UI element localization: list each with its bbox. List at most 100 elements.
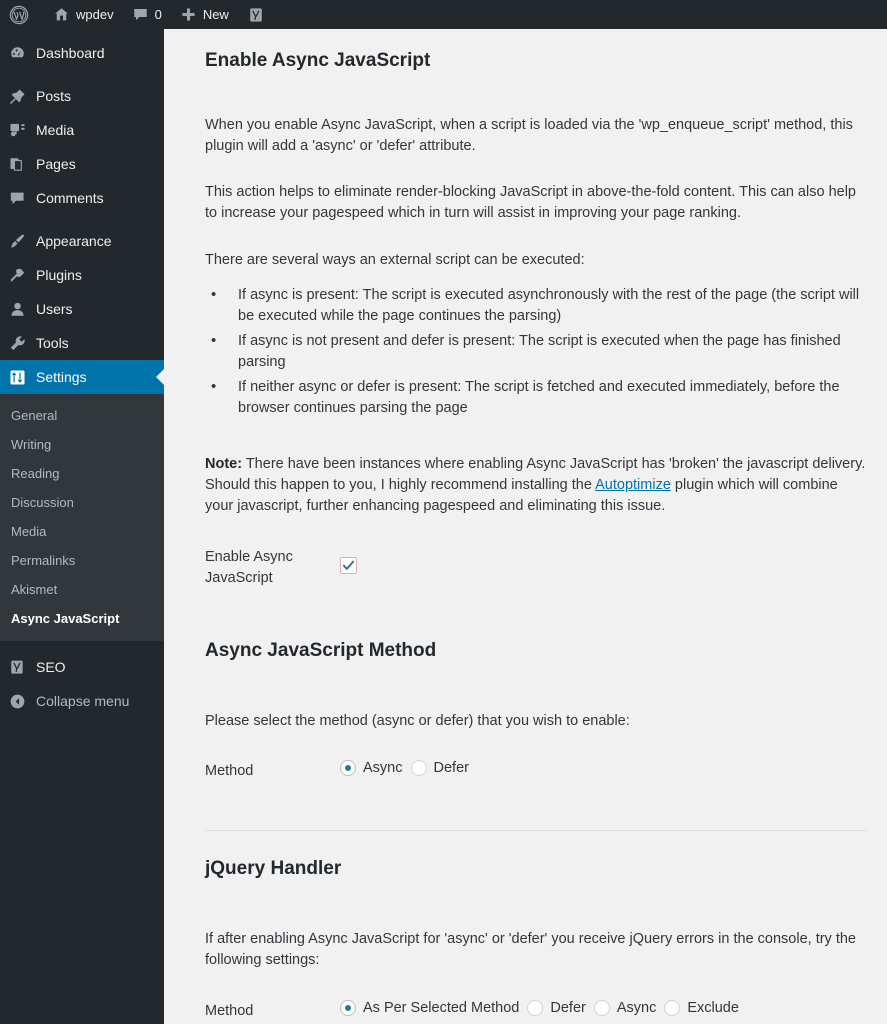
jquery-handler-method-label: Method [205,1003,254,1020]
enable-paragraph-1: When you enable Async JavaScript, when a… [205,116,853,154]
execution-methods-list: If async is present: The script is execu… [205,284,867,419]
sidebar-item-posts[interactable]: Posts [0,79,164,113]
sidebar-item-seo[interactable]: SEO [0,650,164,684]
sidebar-item-label: Appearance [36,233,112,249]
plus-icon [180,6,197,23]
submenu-item-discussion[interactable]: Discussion [0,488,164,517]
submenu-item-general[interactable]: General [0,401,164,430]
sidebar-item-settings[interactable]: Settings [0,360,164,394]
sidebar-item-media[interactable]: Media [0,113,164,147]
jquery-handler-method-row: Method As Per Selected Method Defer Asyn… [205,1000,867,1022]
radio-label: As Per Selected Method [363,1000,520,1017]
yoast-seo-icon [8,658,36,677]
sidebar-item-label: SEO [36,659,66,675]
radio-input-jquery-defer[interactable] [527,1000,544,1017]
submenu-item-permalinks[interactable]: Permalinks [0,546,164,575]
section-divider [205,830,867,832]
adminbar-site-name[interactable]: wpdev [44,0,123,29]
adminbar-new-label: New [202,7,229,22]
sidebar-item-pages[interactable]: Pages [0,147,164,181]
note-label: Note: [205,455,243,472]
adminbar-site-label: wpdev [76,7,114,22]
sidebar-item-tools[interactable]: Tools [0,326,164,360]
sidebar-item-comments[interactable]: Comments [0,181,164,215]
home-icon [53,6,70,23]
radio-input-as-per-selected-method[interactable] [340,1000,356,1017]
adminbar-comment-count: 0 [154,7,162,22]
enable-async-javascript-row: Enable Async JavaScript [205,546,867,589]
collapse-menu-button[interactable]: Collapse menu [0,684,164,718]
radio-label: Async [616,1000,657,1017]
sidebar-item-label: Posts [36,88,72,104]
sidebar-item-users[interactable]: Users [0,292,164,326]
media-icon [8,121,36,140]
collapse-arrow-icon [8,692,36,711]
sidebar-item-label: Comments [36,190,104,206]
sidebar-divider [0,70,164,79]
radio-input-jquery-async[interactable] [593,1000,610,1017]
radio-option-jquery-defer[interactable]: Defer [527,1000,586,1017]
dashboard-icon [8,44,36,63]
enable-paragraph-2: This action helps to eliminate render-bl… [205,183,856,221]
page-title: Enable Async JavaScript [205,50,431,71]
sidebar-item-plugins[interactable]: Plugins [0,258,164,292]
submenu-item-media[interactable]: Media [0,517,164,546]
radio-input-async[interactable] [340,760,356,777]
enable-async-javascript-label: Enable Async JavaScript [205,548,293,586]
adminbar-yoast-seo[interactable] [238,0,280,29]
submenu-item-reading[interactable]: Reading [0,459,164,488]
radio-label: Async [363,760,403,777]
submenu-item-akismet[interactable]: Akismet [0,575,164,604]
submenu-item-label: Discussion [11,495,74,510]
comment-bubble-icon [8,189,36,208]
submenu-item-label: Reading [11,466,60,481]
sidebar-divider [0,215,164,224]
list-item: If neither async or defer is present: Th… [205,376,867,419]
comment-bubble-icon [132,6,149,23]
list-item: If async is not present and defer is pre… [205,330,867,373]
sidebar-item-label: Pages [36,156,76,172]
enable-note-paragraph: Note: There have been instances where en… [205,454,867,517]
submenu-item-writing[interactable]: Writing [0,430,164,459]
radio-input-jquery-exclude[interactable] [664,1000,681,1017]
jquery-handler-description: If after enabling Async JavaScript for '… [205,931,856,969]
submenu-item-label: Permalinks [11,553,76,568]
radio-option-as-per-selected-method[interactable]: As Per Selected Method [340,1000,520,1017]
pages-icon [8,155,36,174]
admin-sidebar: Dashboard Posts Media Pages Comments App… [0,29,164,1024]
settings-sliders-icon [8,368,36,387]
submenu-item-label: Media [11,524,47,539]
radio-option-async[interactable]: Async [340,760,403,777]
sidebar-item-appearance[interactable]: Appearance [0,224,164,258]
enable-async-javascript-checkbox[interactable] [340,556,357,574]
jquery-handler-section-title: jQuery Handler [205,858,342,880]
radio-input-defer[interactable] [410,760,427,777]
autoptimize-link[interactable]: Autoptimize [595,477,671,493]
async-method-radio-group: Async Defer [340,760,477,777]
collapse-menu-label: Collapse menu [36,693,130,709]
adminbar-wordpress-logo[interactable] [0,0,44,29]
radio-option-jquery-exclude[interactable]: Exclude [664,1000,739,1017]
paintbrush-icon [8,232,36,251]
submenu-item-async-javascript[interactable]: Async JavaScript [0,604,164,633]
sidebar-item-label: Users [36,301,73,317]
adminbar-new-content[interactable]: New [171,0,238,29]
sidebar-item-label: Dashboard [36,45,105,61]
main-content: Enable Async JavaScript When you enable … [164,29,887,1024]
jquery-handler-radio-group: As Per Selected Method Defer Async Exclu… [340,1000,747,1017]
radio-option-jquery-async[interactable]: Async [593,1000,657,1017]
list-item: If async is present: The script is execu… [205,284,867,327]
async-method-description: Please select the method (async or defer… [205,713,630,730]
radio-label: Defer [433,760,469,777]
sidebar-item-dashboard[interactable]: Dashboard [0,36,164,70]
radio-option-defer[interactable]: Defer [410,760,469,777]
plug-icon [8,266,36,285]
wrench-icon [8,334,36,353]
submenu-item-label: Async JavaScript [11,611,120,626]
adminbar-comments[interactable]: 0 [123,0,171,29]
submenu-item-label: General [11,408,58,423]
async-method-label: Method [205,763,254,780]
submenu-item-label: Writing [11,437,52,452]
sidebar-item-label: Settings [36,369,87,385]
enable-paragraph-3: There are several ways an external scrip… [205,251,585,268]
